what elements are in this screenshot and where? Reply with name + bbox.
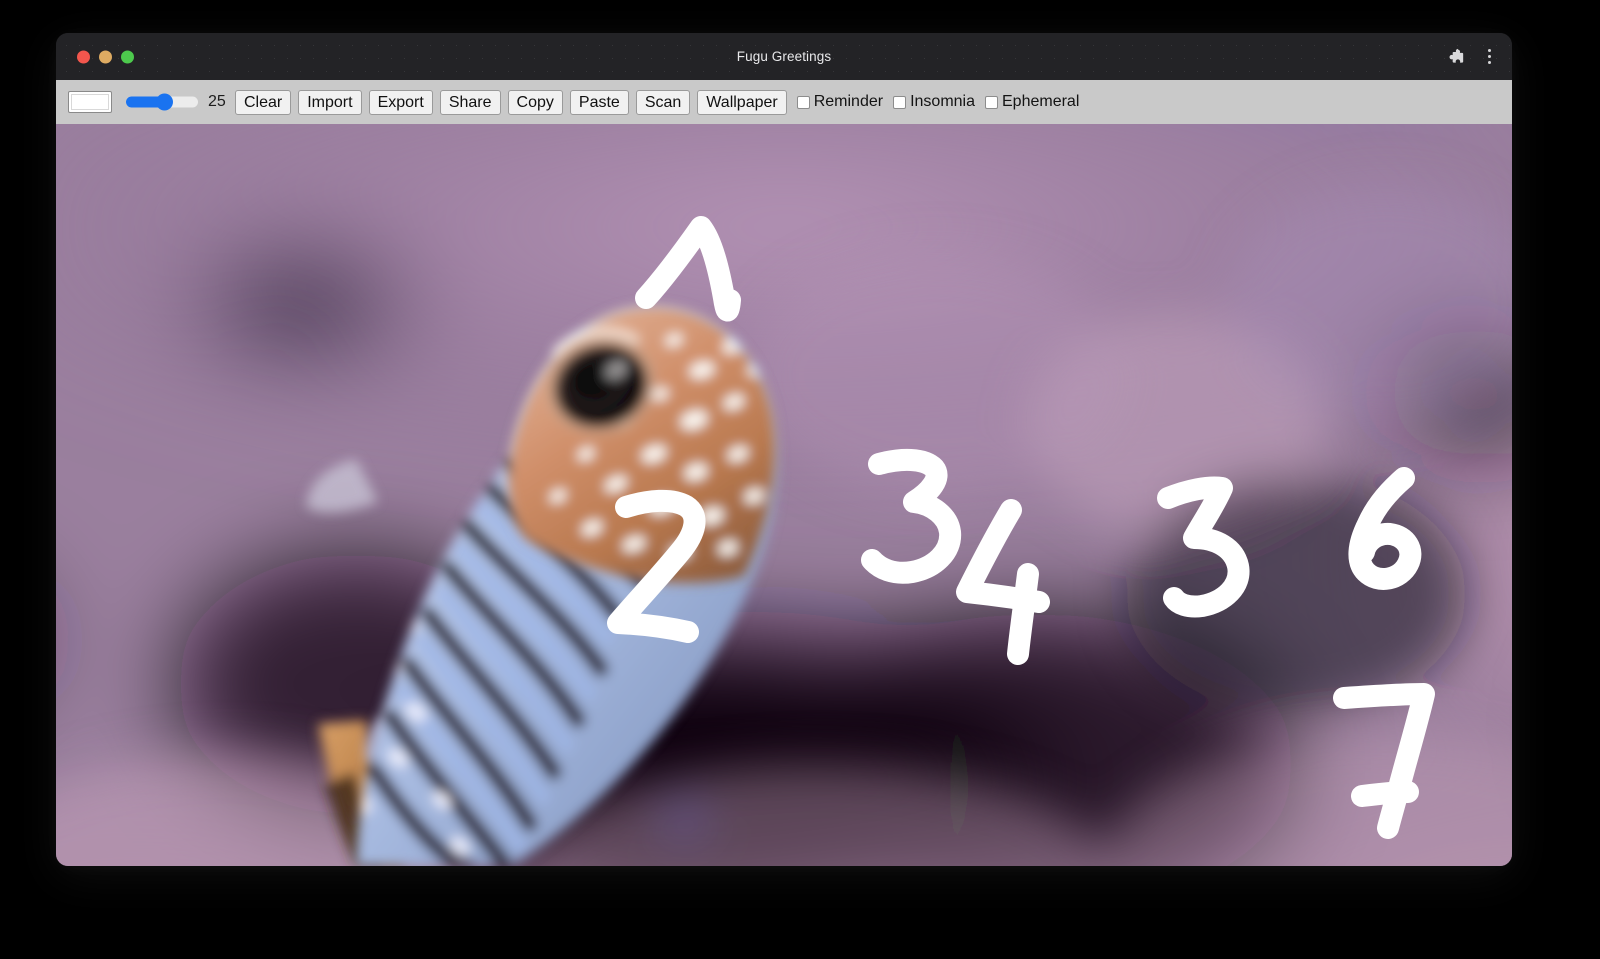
- digit-7-stroke: [1333, 683, 1435, 839]
- drawing-canvas[interactable]: [56, 124, 1512, 866]
- reminder-checkbox[interactable]: [796, 95, 810, 109]
- insomnia-checkbox-row[interactable]: Insomnia: [893, 93, 975, 111]
- copy-button[interactable]: Copy: [507, 89, 563, 115]
- digit-3-stroke: [861, 448, 962, 584]
- digit-4-stem: [1007, 563, 1039, 665]
- wallpaper-button[interactable]: Wallpaper: [697, 89, 787, 115]
- reminder-checkbox-row[interactable]: Reminder: [796, 93, 884, 111]
- app-toolbar: 25 Clear Import Export Share Copy Paste …: [56, 80, 1512, 124]
- titlebar-actions: [1446, 33, 1498, 80]
- ephemeral-checkbox-label: Ephemeral: [1002, 93, 1080, 110]
- insomnia-checkbox-label: Insomnia: [910, 93, 975, 110]
- ephemeral-checkbox[interactable]: [985, 95, 998, 109]
- scan-button[interactable]: Scan: [635, 89, 691, 115]
- screen: Fugu Greetings 25 Clear Import Export Sh…: [0, 0, 1600, 959]
- digit-7-crossbar: [1351, 781, 1419, 807]
- share-button[interactable]: Share: [439, 89, 501, 115]
- reminder-checkbox-label: Reminder: [813, 93, 884, 110]
- menu-dot: [1487, 49, 1491, 52]
- color-picker-input[interactable]: [68, 91, 112, 113]
- color-swatch-fill: [71, 94, 109, 110]
- digit-1-stroke: [635, 216, 741, 322]
- maximize-window-button[interactable]: [121, 50, 134, 63]
- slider-thumb[interactable]: [156, 93, 173, 111]
- digit-6-stroke: [1348, 467, 1422, 590]
- paste-button[interactable]: Paste: [569, 89, 629, 115]
- import-button[interactable]: Import: [298, 89, 362, 115]
- insomnia-checkbox[interactable]: [893, 95, 907, 109]
- extensions-icon[interactable]: [1446, 47, 1466, 67]
- menu-dot: [1487, 61, 1491, 64]
- minimize-window-button[interactable]: [99, 50, 112, 63]
- ephemeral-checkbox-row[interactable]: Ephemeral: [985, 93, 1079, 111]
- browser-menu-icon[interactable]: [1480, 47, 1498, 67]
- stroke-thickness-slider[interactable]: [126, 93, 198, 111]
- window-title: Fugu Greetings: [736, 49, 832, 64]
- ink-strokes-layer: [607, 216, 1435, 839]
- digit-5-stroke: [1157, 476, 1250, 618]
- close-window-button[interactable]: [77, 50, 90, 63]
- export-button[interactable]: Export: [368, 89, 433, 115]
- menu-dot: [1487, 55, 1491, 58]
- browser-window: Fugu Greetings 25 Clear Import Export Sh…: [56, 33, 1512, 866]
- clear-button[interactable]: Clear: [235, 89, 292, 115]
- stroke-thickness-value: 25: [208, 93, 226, 110]
- window-titlebar: Fugu Greetings: [56, 33, 1512, 80]
- digit-2-stroke: [607, 489, 706, 643]
